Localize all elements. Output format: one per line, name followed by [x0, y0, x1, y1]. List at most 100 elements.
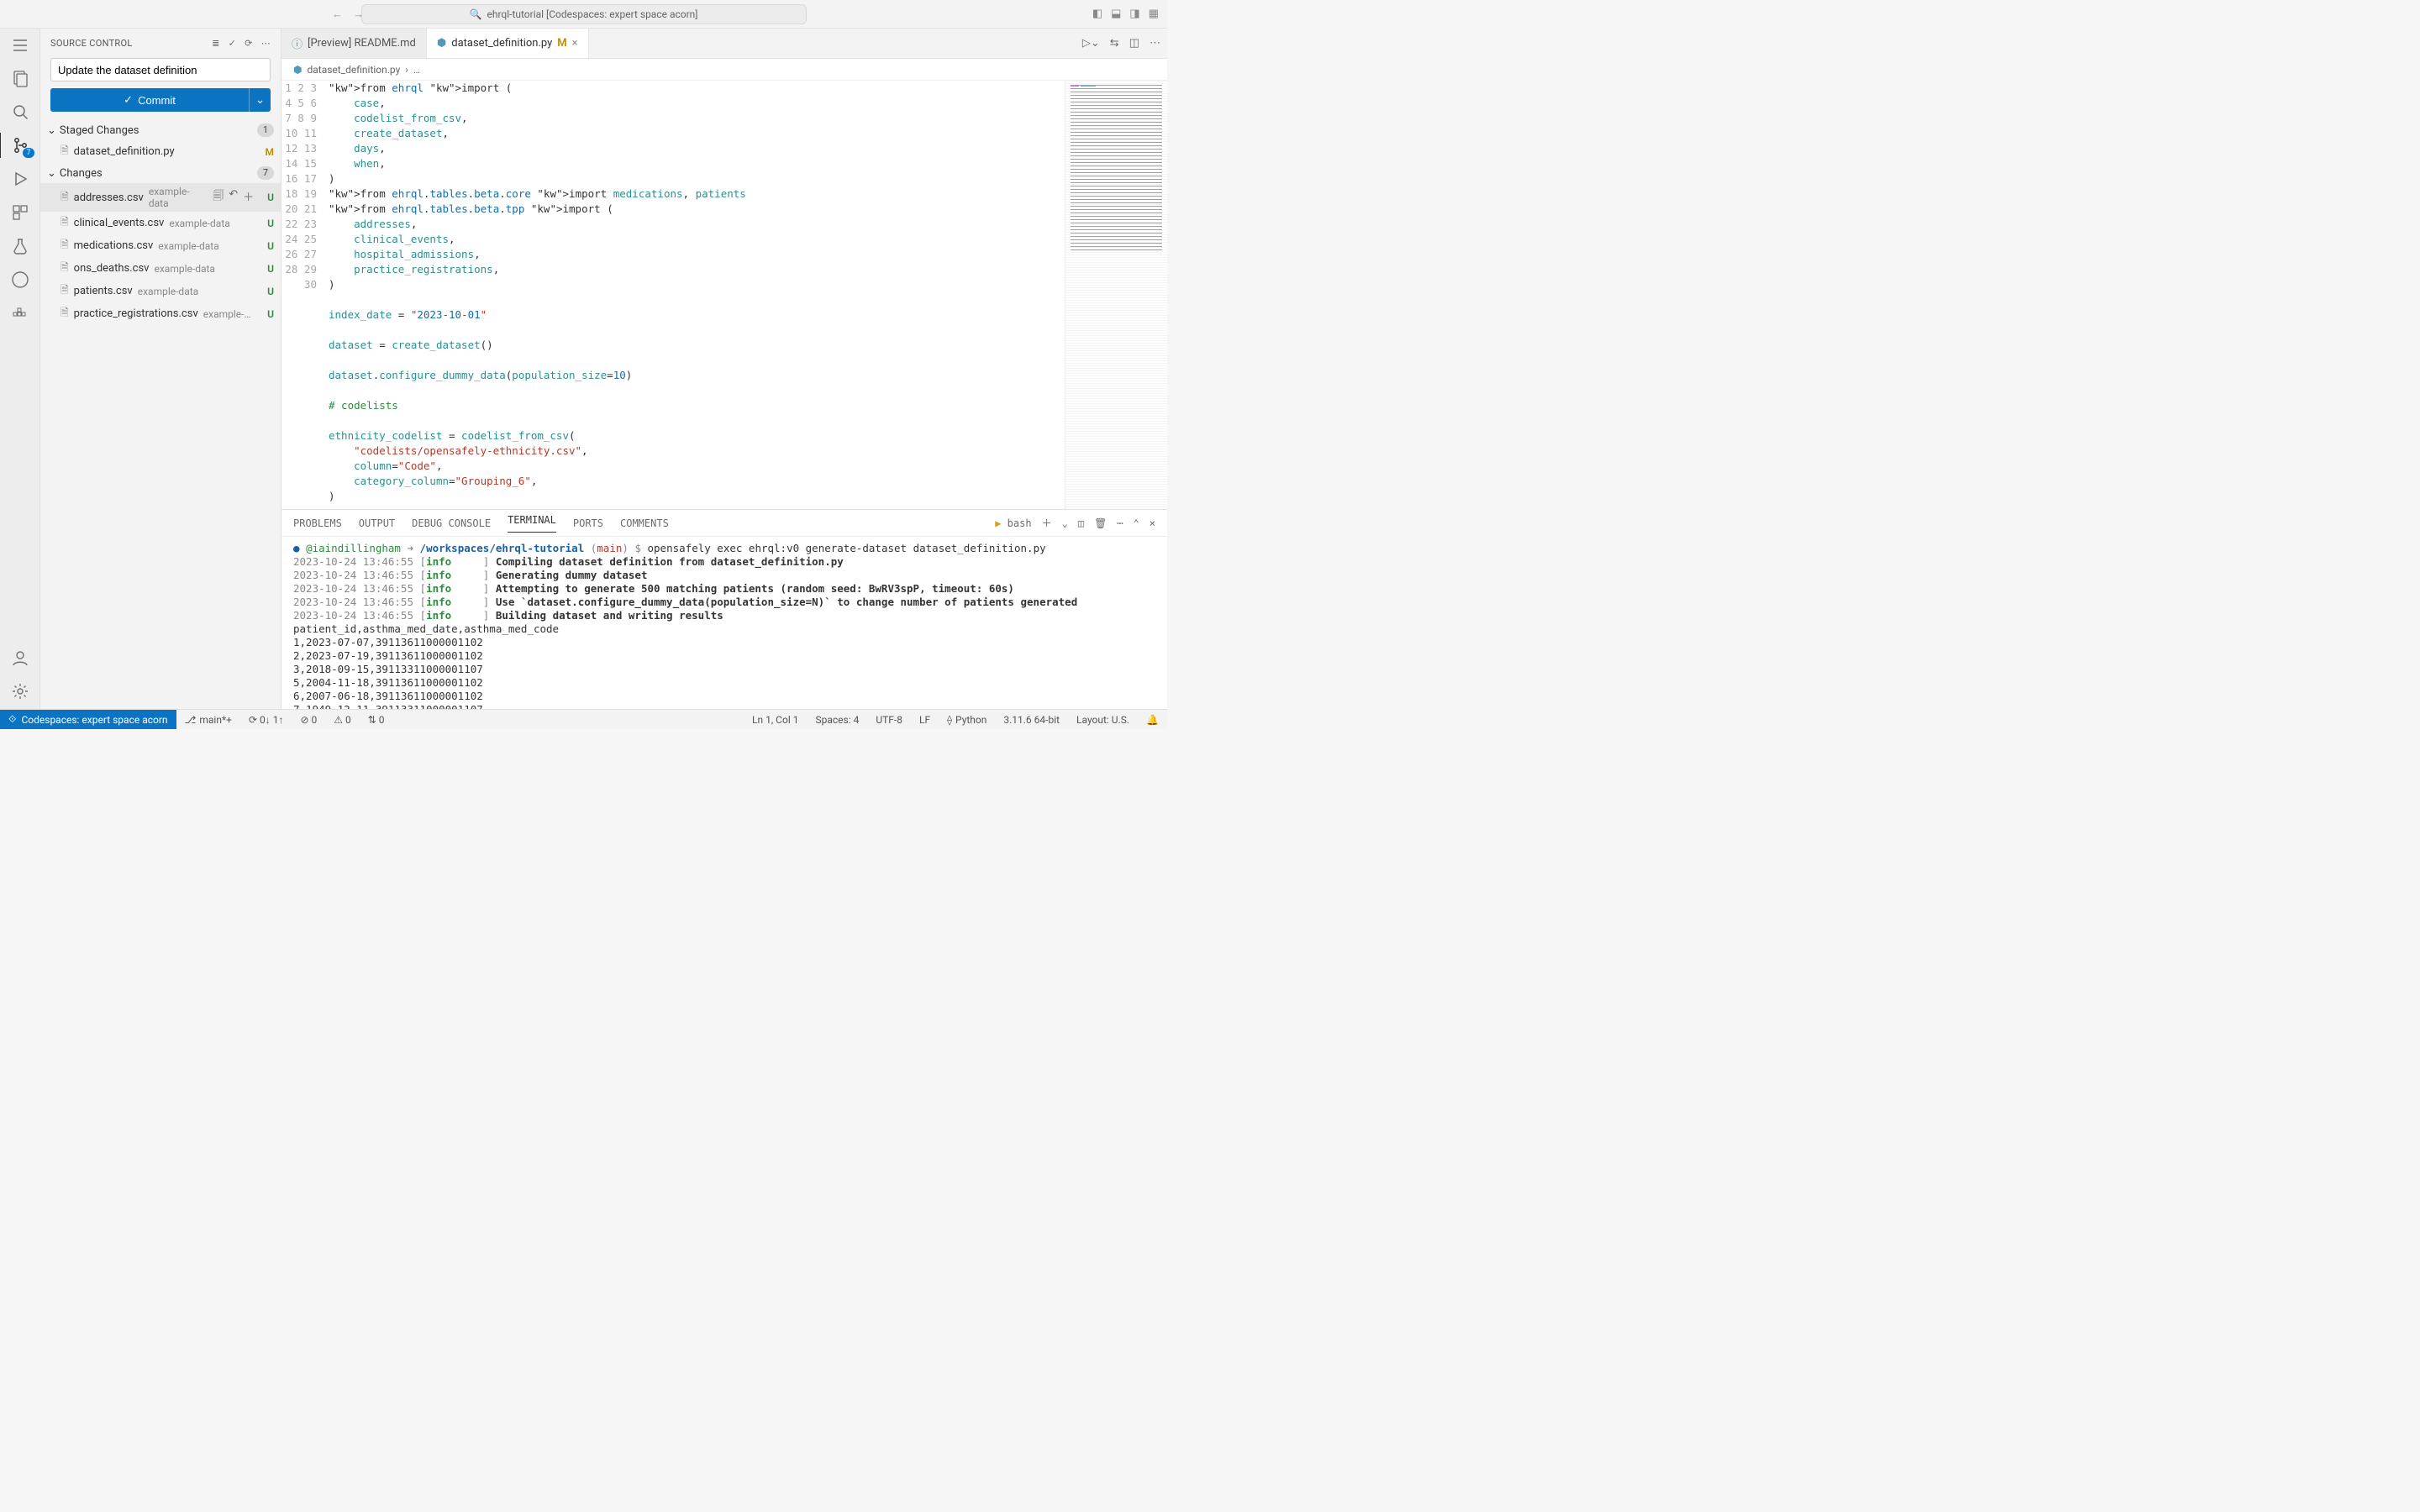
commit-button-label: Commit: [138, 94, 176, 107]
file-status: M: [266, 146, 275, 158]
staged-label: Staged Changes: [60, 124, 139, 137]
python-icon: ⟠: [947, 714, 952, 726]
file-entry[interactable]: 🗎addresses.csv example-data🗐↶＋U: [40, 183, 281, 212]
status-python-version[interactable]: 3.11.6 64-bit: [995, 714, 1068, 726]
run-icon[interactable]: ▷⌄: [1082, 37, 1100, 50]
new-terminal-icon[interactable]: ＋: [1042, 516, 1052, 530]
explorer-icon[interactable]: [11, 69, 29, 87]
layout-right-icon[interactable]: ◨: [1129, 8, 1139, 20]
status-layout[interactable]: Layout: U.S.: [1068, 714, 1138, 726]
search-activity-icon[interactable]: [11, 102, 29, 121]
command-center-text: ehrql-tutorial [Codespaces: expert space…: [487, 8, 697, 20]
nav-back-icon[interactable]: ←: [332, 8, 343, 21]
commit-split-button[interactable]: ⌄: [249, 88, 271, 112]
file-name: dataset_definition.py: [74, 145, 175, 158]
status-eol[interactable]: LF: [911, 714, 939, 726]
file-name: patients.csv: [74, 285, 133, 297]
file-path: example-data: [149, 186, 208, 209]
tab-debug-console[interactable]: DEBUG CONSOLE: [412, 517, 491, 529]
close-icon[interactable]: ×: [572, 37, 578, 50]
diff-icon[interactable]: ⇆: [1110, 37, 1119, 50]
status-lncol[interactable]: Ln 1, Col 1: [744, 714, 807, 726]
panel-close-icon[interactable]: ×: [1150, 517, 1155, 529]
status-language[interactable]: ⟠ Python: [939, 714, 995, 726]
tab-readme-label: [Preview] README.md: [308, 37, 416, 50]
view-as-tree-icon[interactable]: ≣: [212, 38, 220, 49]
tab-dataset-definition[interactable]: ⬢ dataset_definition.py M ×: [427, 29, 589, 58]
remote-indicator[interactable]: ⟐ Codespaces: expert space acorn: [0, 710, 176, 729]
code-editor[interactable]: "kw">from ehrql "kw">import ( case, code…: [329, 81, 1167, 509]
search-icon: 🔍: [470, 8, 482, 20]
github-icon[interactable]: [11, 270, 29, 289]
activitybar: 7: [0, 29, 40, 709]
breadcrumb-file: dataset_definition.py: [307, 64, 400, 76]
extensions-icon[interactable]: [11, 203, 29, 222]
terminal-body[interactable]: ● @iaindillingham ➜ /workspaces/ehrql-tu…: [281, 537, 1167, 709]
file-entry[interactable]: 🗎patients.csv example-dataU: [40, 280, 281, 302]
file-entry[interactable]: 🗎clinical_events.csv example-dataU: [40, 212, 281, 234]
file-entry[interactable]: 🗎dataset_definition.pyM: [40, 140, 281, 163]
file-status: U: [267, 192, 274, 203]
file-entry[interactable]: 🗎ons_deaths.csv example-dataU: [40, 257, 281, 280]
commit-button[interactable]: ✓ Commit: [50, 88, 249, 112]
stage-icon[interactable]: ＋: [243, 188, 254, 207]
minimap[interactable]: [1065, 81, 1167, 509]
settings-gear-icon[interactable]: [11, 682, 29, 701]
tab-readme[interactable]: ⓘ [Preview] README.md: [281, 29, 427, 58]
layout-bottom-icon[interactable]: ⬓: [1111, 8, 1121, 20]
file-icon: 🗎: [60, 260, 69, 277]
panel-more-icon[interactable]: ⋯: [1117, 517, 1123, 529]
split-terminal-icon[interactable]: ◫: [1078, 517, 1084, 529]
file-entry[interactable]: 🗎practice_registrations.csv example-…U: [40, 302, 281, 325]
refresh-icon[interactable]: ⟳: [245, 38, 253, 49]
layout-left-icon[interactable]: ◧: [1092, 8, 1102, 20]
scm-badge: 7: [23, 148, 34, 158]
status-errors[interactable]: ⊘ 0: [292, 714, 325, 726]
file-status: U: [267, 308, 274, 320]
command-center[interactable]: 🔍 ehrql-tutorial [Codespaces: expert spa…: [361, 4, 807, 24]
file-name: addresses.csv: [74, 192, 144, 204]
discard-icon[interactable]: ↶: [229, 188, 238, 207]
open-file-icon[interactable]: 🗐: [213, 188, 224, 207]
split-editor-icon[interactable]: ◫: [1129, 37, 1139, 50]
tab-terminal[interactable]: TERMINAL: [508, 514, 556, 533]
commit-message-input[interactable]: [50, 58, 271, 81]
more-actions-icon[interactable]: ⋯: [1150, 37, 1160, 50]
changes-section[interactable]: ⌄ Changes 7: [40, 163, 281, 183]
tab-modified-badge: M: [557, 37, 566, 50]
menu-icon[interactable]: [12, 37, 29, 54]
docker-icon[interactable]: [11, 304, 29, 323]
terminal-shell-label[interactable]: ▶ bash: [995, 517, 1031, 529]
terminal-dropdown-icon[interactable]: ⌄: [1062, 517, 1068, 529]
status-ports[interactable]: ⇅ 0: [360, 714, 393, 726]
staged-changes-section[interactable]: ⌄ Staged Changes 1: [40, 120, 281, 140]
file-status: U: [267, 286, 274, 297]
source-control-icon[interactable]: 7: [11, 136, 29, 155]
more-icon[interactable]: ⋯: [261, 38, 271, 49]
accounts-icon[interactable]: [11, 648, 29, 667]
status-encoding[interactable]: UTF-8: [867, 714, 911, 726]
file-entry[interactable]: 🗎medications.csv example-dataU: [40, 234, 281, 257]
status-branch[interactable]: ⎇ main*+: [176, 714, 240, 726]
commit-check-icon[interactable]: ✓: [229, 38, 237, 49]
testing-icon[interactable]: [11, 237, 29, 255]
status-warnings[interactable]: ⚠ 0: [325, 714, 359, 726]
branch-icon: ⎇: [185, 714, 197, 726]
tab-problems[interactable]: PROBLEMS: [293, 517, 342, 529]
nav-forward-icon[interactable]: →: [353, 8, 364, 21]
file-path: example-data: [158, 240, 218, 252]
tab-dataset-label: dataset_definition.py: [451, 37, 552, 50]
layout-grid-icon[interactable]: ▦: [1149, 8, 1159, 20]
kill-terminal-icon[interactable]: 🗑: [1094, 517, 1107, 529]
breadcrumb[interactable]: ⬢ dataset_definition.py › …: [281, 59, 1167, 81]
run-debug-icon[interactable]: [11, 170, 29, 188]
remote-label: Codespaces: expert space acorn: [21, 714, 167, 726]
sidebar-title: SOURCE CONTROL: [50, 38, 212, 49]
tab-output[interactable]: OUTPUT: [359, 517, 395, 529]
panel-maximize-icon[interactable]: ⌃: [1134, 517, 1139, 529]
status-spaces[interactable]: Spaces: 4: [807, 714, 867, 726]
tab-comments[interactable]: COMMENTS: [620, 517, 669, 529]
status-sync[interactable]: ⟳ 0↓ 1↑: [240, 714, 292, 726]
status-bell-icon[interactable]: 🔔: [1138, 714, 1167, 726]
tab-ports[interactable]: PORTS: [573, 517, 603, 529]
